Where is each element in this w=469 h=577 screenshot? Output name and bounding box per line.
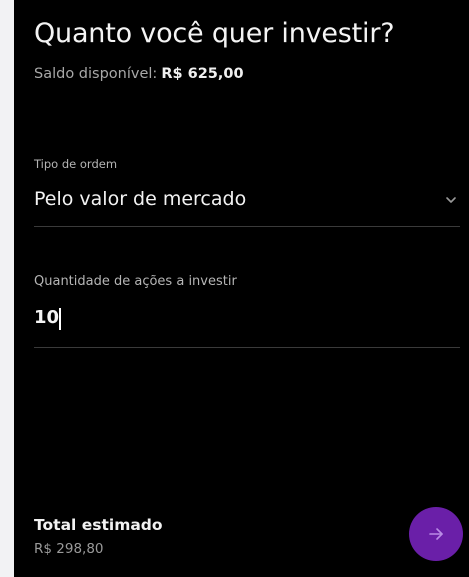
quantity-field: [34, 303, 460, 348]
balance-value: R$ 625,00: [161, 66, 244, 82]
arrow-right-icon: [429, 528, 443, 540]
page-title: Quanto você quer investir?: [34, 18, 395, 49]
balance-label: Saldo disponível:: [34, 66, 158, 82]
total-label: Total estimado: [34, 516, 163, 534]
text-cursor: [59, 308, 61, 330]
chevron-down-icon: [444, 192, 458, 206]
order-type-label: Tipo de ordem: [34, 157, 118, 171]
quantity-label: Quantidade de ações a investir: [34, 274, 237, 289]
next-button[interactable]: [409, 507, 463, 561]
order-type-value: Pelo valor de mercado: [34, 188, 247, 210]
quantity-input[interactable]: [34, 307, 334, 328]
invest-screen: Quanto você quer investir? Saldo disponí…: [14, 0, 469, 577]
order-type-select[interactable]: Pelo valor de mercado: [34, 184, 460, 227]
total-value: R$ 298,80: [34, 541, 104, 557]
available-balance: Saldo disponível: R$ 625,00: [34, 66, 244, 82]
